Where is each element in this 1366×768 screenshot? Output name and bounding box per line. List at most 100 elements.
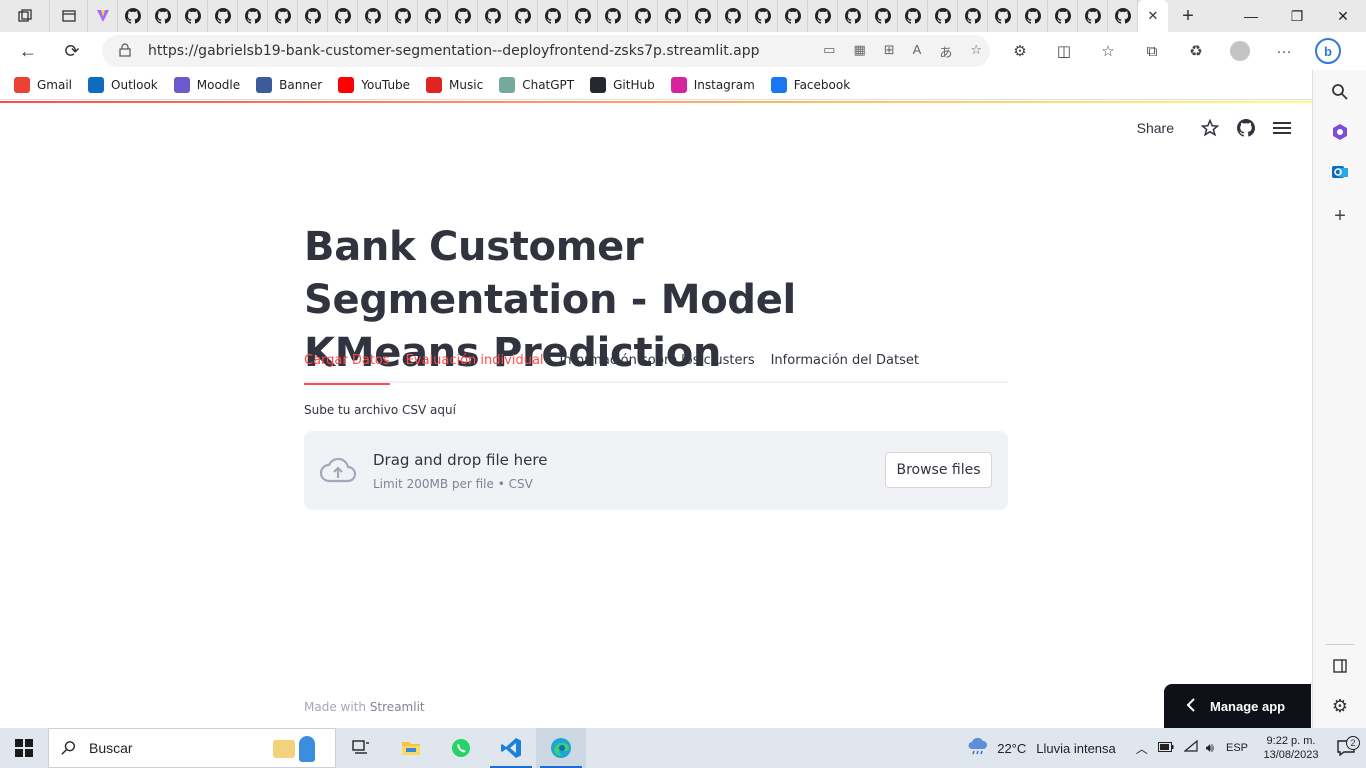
favorite-star-icon[interactable]: ☆ — [970, 42, 982, 61]
windows-start-icon[interactable] — [0, 728, 48, 768]
bookmark-gmail[interactable]: Gmail — [14, 76, 72, 93]
tab-1[interactable]: Evaluación individual — [406, 350, 544, 383]
performance-icon[interactable]: ♻ — [1174, 32, 1218, 70]
tab-github-icon[interactable] — [388, 0, 418, 32]
tab-github-icon[interactable] — [238, 0, 268, 32]
tab-2[interactable]: Información sobre los clusters — [560, 350, 755, 383]
tab-github-icon[interactable] — [118, 0, 148, 32]
add-icon[interactable]: + — [1326, 202, 1354, 230]
tab-github-icon[interactable] — [568, 0, 598, 32]
tab-github-icon[interactable] — [868, 0, 898, 32]
office-icon[interactable] — [1326, 118, 1354, 146]
tab-github-icon[interactable] — [268, 0, 298, 32]
bookmark-instagram[interactable]: Instagram — [670, 76, 755, 93]
edge-browser-icon[interactable] — [536, 728, 586, 768]
bookmark-moodle[interactable]: Moodle — [173, 76, 240, 93]
split-screen-icon[interactable]: ◫ — [1042, 32, 1086, 70]
translate-icon[interactable]: あ — [939, 42, 952, 61]
close-window-icon[interactable]: ✕ — [1320, 0, 1366, 32]
hide-sidebar-icon[interactable] — [1326, 652, 1354, 680]
manage-app-button[interactable]: Manage app — [1164, 684, 1311, 728]
cast-icon[interactable]: ▭ — [823, 42, 835, 61]
tab-github-icon[interactable] — [838, 0, 868, 32]
bookmark-youtube[interactable]: YouTube — [338, 76, 410, 93]
bookmark-chatgpt[interactable]: ChatGPT — [499, 76, 574, 93]
refresh-icon[interactable]: ⟳ — [54, 33, 90, 69]
tab-github-icon[interactable] — [448, 0, 478, 32]
bing-icon[interactable]: b — [1306, 32, 1350, 70]
install-app-icon[interactable]: ⊞ — [884, 42, 895, 61]
url-bar[interactable]: https://gabrielsb19-bank-customer-segmen… — [102, 35, 990, 67]
outlook-icon[interactable] — [1326, 158, 1354, 186]
vscode-icon[interactable] — [486, 728, 536, 768]
language-indicator[interactable]: ESP — [1226, 742, 1248, 754]
tab-github-icon[interactable] — [508, 0, 538, 32]
profile-avatar[interactable] — [1218, 32, 1262, 70]
search-icon[interactable] — [1326, 78, 1354, 106]
tab-github-icon[interactable] — [328, 0, 358, 32]
file-explorer-icon[interactable] — [386, 728, 436, 768]
tab-github-icon[interactable] — [898, 0, 928, 32]
hamburger-menu-icon[interactable] — [1264, 117, 1300, 139]
github-icon[interactable] — [1228, 117, 1264, 139]
new-tab-icon[interactable]: + — [1168, 0, 1208, 32]
more-menu-icon[interactable]: ··· — [1262, 32, 1306, 70]
tab-github-icon[interactable] — [778, 0, 808, 32]
clock[interactable]: 9:22 p. m. 13/08/2023 — [1256, 734, 1326, 762]
notifications-icon[interactable]: 2 — [1326, 736, 1366, 756]
tab-github-icon[interactable] — [538, 0, 568, 32]
footer-streamlit-link[interactable]: Streamlit — [370, 700, 425, 714]
tab-actions-icon[interactable] — [50, 0, 88, 32]
weather-icon[interactable] — [967, 737, 989, 760]
volume-icon[interactable]: 🔊︎ — [1206, 740, 1214, 756]
tab-github-icon[interactable] — [298, 0, 328, 32]
tab-vite-icon[interactable] — [88, 0, 118, 32]
tab-github-icon[interactable] — [748, 0, 778, 32]
file-dropzone[interactable]: Drag and drop file here Limit 200MB per … — [304, 431, 1008, 510]
browse-files-button[interactable]: Browse files — [885, 452, 992, 488]
tab-github-icon[interactable] — [688, 0, 718, 32]
task-view-icon[interactable] — [336, 728, 386, 768]
collections-icon[interactable]: ⧉ — [1130, 32, 1174, 70]
tab-github-icon[interactable] — [148, 0, 178, 32]
tab-github-icon[interactable] — [628, 0, 658, 32]
tab-0[interactable]: Cargar Datos — [304, 350, 390, 385]
share-button[interactable]: Share — [1137, 120, 1174, 136]
show-hidden-icons-chevron-icon[interactable]: ︿ — [1136, 740, 1148, 757]
settings-icon[interactable]: ⚙ — [1326, 692, 1354, 720]
tab-github-icon[interactable] — [418, 0, 448, 32]
tab-github-icon[interactable] — [718, 0, 748, 32]
tab-github-icon[interactable] — [658, 0, 688, 32]
extensions-icon[interactable]: ⚙ — [998, 32, 1042, 70]
tab-3[interactable]: Información del Datset — [771, 350, 919, 383]
tab-github-icon[interactable] — [358, 0, 388, 32]
tab-github-icon[interactable] — [928, 0, 958, 32]
minimize-icon[interactable]: — — [1228, 0, 1274, 32]
battery-icon[interactable] — [1157, 739, 1174, 757]
weather-temp[interactable]: 22°C — [997, 741, 1026, 756]
bookmark-facebook[interactable]: Facebook — [770, 76, 850, 93]
read-aloud-icon[interactable]: A — [913, 42, 922, 61]
workspaces-icon[interactable] — [0, 0, 50, 32]
back-icon[interactable]: ← — [10, 33, 46, 69]
tab-github-icon[interactable] — [178, 0, 208, 32]
tab-github-icon[interactable] — [1048, 0, 1078, 32]
tab-github-icon[interactable] — [208, 0, 238, 32]
tab-github-icon[interactable] — [478, 0, 508, 32]
star-icon[interactable] — [1192, 117, 1228, 139]
favorites-icon[interactable]: ☆ — [1086, 32, 1130, 70]
wifi-icon[interactable] — [1183, 739, 1198, 757]
bookmark-github[interactable]: GitHub — [590, 76, 655, 93]
apps-icon[interactable]: ▦ — [853, 42, 865, 61]
restore-icon[interactable]: ❐ — [1274, 0, 1320, 32]
tab-github-icon[interactable] — [1078, 0, 1108, 32]
bookmark-music[interactable]: Music — [426, 76, 483, 93]
tab-github-icon[interactable] — [808, 0, 838, 32]
whatsapp-icon[interactable] — [436, 728, 486, 768]
tab-github-icon[interactable] — [958, 0, 988, 32]
weather-condition[interactable]: Lluvia intensa — [1036, 741, 1116, 756]
bookmark-outlook[interactable]: Outlook — [88, 76, 158, 93]
tab-github-icon[interactable] — [1018, 0, 1048, 32]
tab-active-close-icon[interactable]: ✕ — [1138, 0, 1168, 32]
bookmark-banner[interactable]: Banner — [256, 76, 322, 93]
